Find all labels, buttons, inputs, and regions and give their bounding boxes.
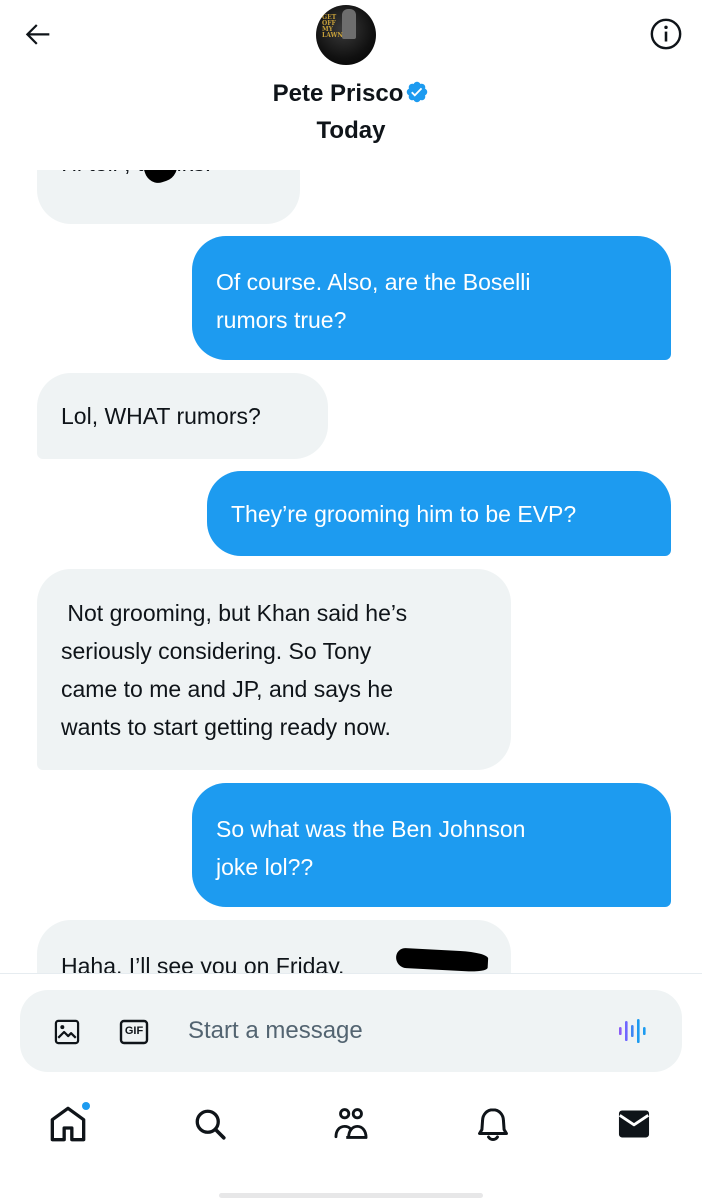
nav-search[interactable] xyxy=(184,1098,236,1150)
message-text-line: joke lol?? xyxy=(216,854,314,880)
nav-communities[interactable] xyxy=(325,1098,377,1150)
message-text-line: They’re grooming him to be EVP? xyxy=(231,501,577,527)
conversation-info-button[interactable] xyxy=(646,14,686,54)
conversation-header: GET OFF MY LAWN Pete Prisco Today xyxy=(0,0,702,170)
home-indicator xyxy=(219,1193,483,1198)
arrow-left-icon xyxy=(25,24,50,45)
contact-name-row[interactable]: Pete Prisco xyxy=(0,80,702,111)
message-received[interactable]: Not grooming, but Khan said he’s serious… xyxy=(37,569,511,770)
messages-icon xyxy=(618,1110,650,1138)
media-icon[interactable] xyxy=(53,1018,81,1046)
message-sent[interactable]: Of course. Also, are the Boselli rumors … xyxy=(192,236,671,360)
notifications-icon xyxy=(478,1108,508,1142)
bottom-navigation xyxy=(0,1090,702,1170)
message-text-line: Of course. Also, are the Boselli xyxy=(216,269,531,295)
message-input[interactable] xyxy=(188,1012,588,1050)
gif-icon-label: GIF xyxy=(124,1025,144,1037)
verified-badge-icon xyxy=(405,80,429,111)
communities-icon xyxy=(334,1108,368,1139)
message-sent[interactable]: They’re grooming him to be EVP? xyxy=(207,471,671,556)
info-icon xyxy=(650,18,682,50)
home-icon xyxy=(50,1106,86,1142)
nav-notifications[interactable] xyxy=(467,1098,519,1150)
message-text-line: Not grooming, but Khan said he’s xyxy=(61,600,408,626)
message-text-line: So what was the Ben Johnson xyxy=(216,816,526,842)
message-text-line: Lol, WHAT rumors? xyxy=(61,403,261,429)
gif-icon[interactable]: GIF xyxy=(119,1017,149,1047)
nav-messages[interactable] xyxy=(608,1098,660,1150)
conversation-date-label: Today xyxy=(316,117,386,144)
message-list[interactable]: I'll tell , thanks. Of course. Also, are… xyxy=(0,150,702,973)
avatar[interactable]: GET OFF MY LAWN xyxy=(316,5,376,65)
composer-divider xyxy=(0,973,702,974)
message-composer: GIF xyxy=(20,990,682,1072)
message-text-line: rumors true? xyxy=(216,307,347,333)
message-text-line: came to me and JP, and says he xyxy=(61,676,393,702)
message-text-line: seriously considering. So Tony xyxy=(61,638,372,664)
message-sent[interactable]: So what was the Ben Johnson joke lol?? xyxy=(192,783,671,907)
avatar-figure xyxy=(342,9,356,39)
avatar-poster-text: GET OFF MY LAWN xyxy=(322,14,343,39)
voice-message-icon[interactable] xyxy=(616,1016,650,1046)
message-received[interactable]: Lol, WHAT rumors? xyxy=(37,373,328,459)
search-icon xyxy=(195,1109,226,1140)
contact-name: Pete Prisco xyxy=(272,80,404,107)
back-button[interactable] xyxy=(18,14,58,54)
message-text-line: wants to start getting ready now. xyxy=(61,714,391,740)
home-notification-dot xyxy=(82,1102,90,1110)
